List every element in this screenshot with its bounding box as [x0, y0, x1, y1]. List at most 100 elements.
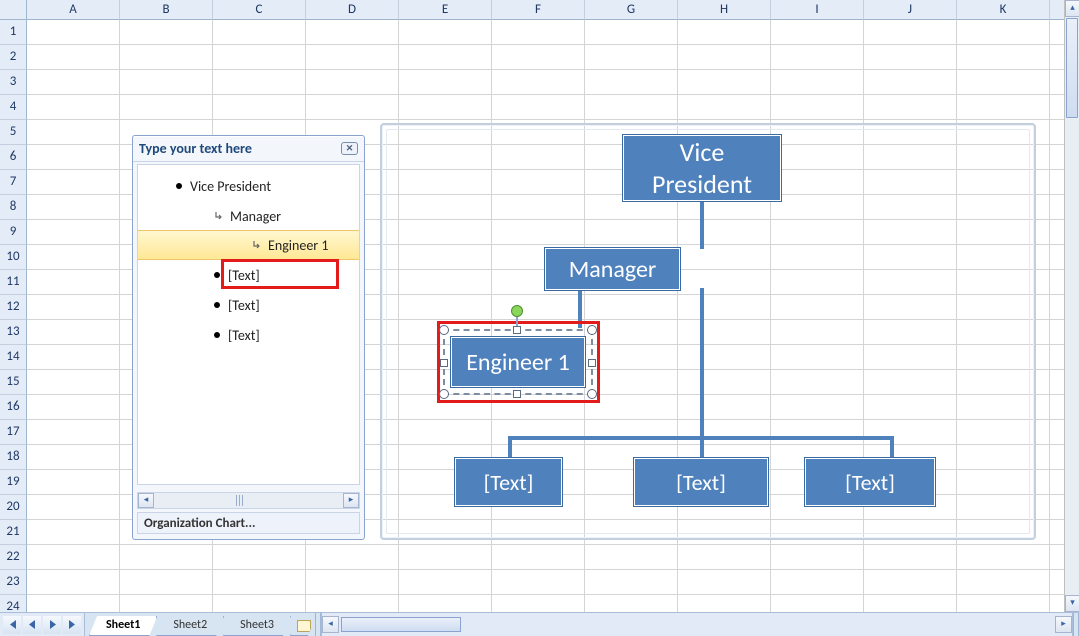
row-header[interactable]: 6 — [0, 145, 27, 170]
resize-handle-ne[interactable] — [587, 325, 597, 335]
smartart-canvas[interactable]: Vice President Manager Engineer 1 [Text]… — [380, 123, 1036, 540]
tab-nav-next[interactable] — [43, 616, 61, 634]
org-node-text1[interactable]: [Text] — [455, 458, 562, 506]
sheet-tab[interactable]: Sheet1 — [89, 616, 157, 636]
org-node-manager[interactable]: Manager — [545, 248, 680, 290]
tab-nav-buttons — [0, 613, 85, 636]
row-header[interactable]: 2 — [0, 45, 27, 70]
row-header[interactable]: 10 — [0, 245, 27, 270]
resize-handle-s[interactable] — [513, 390, 521, 398]
column-header[interactable]: I — [771, 0, 864, 20]
rotation-handle[interactable] — [511, 305, 523, 317]
sheet-tab-bar: Sheet1 Sheet2 Sheet3 ◂ ▸ — [0, 612, 1079, 636]
text-pane-item-label: Engineer 1 — [268, 237, 328, 254]
text-pane-item[interactable]: Manager — [138, 201, 359, 231]
column-header-row: A B C D E F G H I J K L — [0, 0, 1064, 20]
column-header[interactable]: E — [399, 0, 492, 20]
row-header[interactable]: 16 — [0, 395, 27, 420]
smartart-text-pane[interactable]: Type your text here ✕ Vice President Mana… — [132, 135, 365, 540]
text-pane-item-label: [Text] — [228, 267, 260, 284]
scroll-right-button[interactable]: ▸ — [343, 493, 359, 508]
connector — [700, 201, 704, 249]
text-pane-header[interactable]: Type your text here ✕ — [133, 136, 364, 162]
spreadsheet-area: A B C D E F G H I J K L 1234567891011121… — [0, 0, 1079, 612]
resize-handle-se[interactable] — [587, 389, 597, 399]
column-header[interactable]: F — [492, 0, 585, 20]
scroll-left-button[interactable]: ◂ — [138, 493, 154, 508]
row-header[interactable]: 23 — [0, 570, 27, 595]
text-pane-list[interactable]: Vice President Manager Engineer 1 [Text] [Te… — [137, 164, 360, 485]
row-header[interactable]: 22 — [0, 545, 27, 570]
column-header[interactable]: C — [213, 0, 306, 20]
row-header[interactable]: 7 — [0, 170, 27, 195]
text-pane-item[interactable]: Vice President — [138, 171, 359, 201]
row-header[interactable]: 21 — [0, 520, 27, 545]
org-node-text3[interactable]: [Text] — [805, 458, 935, 506]
row-header[interactable]: 5 — [0, 120, 27, 145]
vertical-scrollbar[interactable]: ▴ ▾ — [1064, 0, 1079, 612]
bullet-icon — [176, 183, 182, 189]
text-pane-item[interactable]: [Text] — [138, 290, 359, 320]
resize-handle-nw[interactable] — [439, 325, 449, 335]
column-header[interactable]: K — [957, 0, 1050, 20]
org-node-vp[interactable]: Vice President — [623, 135, 781, 201]
row-header[interactable]: 11 — [0, 270, 27, 295]
tab-nav-last[interactable] — [63, 616, 81, 634]
horizontal-scrollbar[interactable]: ◂ ▸ — [321, 613, 1073, 636]
row-header[interactable]: 17 — [0, 420, 27, 445]
hscroll-thumb[interactable] — [341, 617, 461, 632]
hscroll-right-button[interactable]: ▸ — [1055, 616, 1072, 633]
row-header[interactable]: 19 — [0, 470, 27, 495]
row-header-col: 123456789101112131415161718192021222324 — [0, 20, 27, 612]
scroll-up-button[interactable]: ▴ — [1065, 0, 1079, 17]
vscroll-thumb[interactable] — [1066, 18, 1078, 118]
row-header[interactable]: 18 — [0, 445, 27, 470]
sheet-tab[interactable]: Sheet3 — [223, 616, 291, 636]
row-header[interactable]: 4 — [0, 95, 27, 120]
hscroll-left-button[interactable]: ◂ — [322, 616, 339, 633]
bullet-icon — [214, 302, 220, 308]
text-pane-item[interactable]: Engineer 1 — [138, 230, 359, 260]
column-header[interactable]: G — [585, 0, 678, 20]
column-header[interactable]: D — [306, 0, 399, 20]
hscroll-split-grip[interactable] — [1073, 613, 1079, 636]
tab-nav-prev[interactable] — [23, 616, 41, 634]
resize-handle-sw[interactable] — [439, 389, 449, 399]
select-all-corner[interactable] — [0, 0, 27, 20]
text-pane-item-label: [Text] — [228, 327, 260, 344]
org-node-text2[interactable]: [Text] — [634, 458, 768, 506]
resize-handle-n[interactable] — [513, 326, 521, 334]
row-header[interactable]: 12 — [0, 295, 27, 320]
row-header[interactable]: 8 — [0, 195, 27, 220]
row-header[interactable]: 9 — [0, 220, 27, 245]
row-header[interactable]: 20 — [0, 495, 27, 520]
text-pane-item-label: Manager — [230, 208, 281, 225]
org-node-engineer1[interactable]: Engineer 1 — [451, 337, 585, 387]
new-sheet-button[interactable] — [290, 616, 316, 636]
row-header[interactable]: 3 — [0, 70, 27, 95]
text-pane-item[interactable]: [Text] — [138, 320, 359, 350]
text-pane-hscroll[interactable]: ◂ ▸ — [137, 492, 360, 509]
scroll-track[interactable] — [154, 493, 343, 508]
column-header[interactable]: J — [864, 0, 957, 20]
connector — [890, 436, 894, 460]
column-header[interactable]: A — [27, 0, 120, 20]
layout-name-label: Organization Chart... — [144, 516, 255, 531]
row-header[interactable]: 14 — [0, 345, 27, 370]
resize-handle-e[interactable] — [588, 359, 596, 367]
connector — [700, 288, 704, 436]
sheet-tab[interactable]: Sheet2 — [156, 616, 224, 636]
sub-arrow-icon — [214, 211, 224, 221]
column-header[interactable]: H — [678, 0, 771, 20]
row-header[interactable]: 15 — [0, 370, 27, 395]
connector — [508, 436, 512, 460]
resize-handle-w[interactable] — [440, 359, 448, 367]
text-pane-footer[interactable]: Organization Chart... — [137, 512, 360, 534]
row-header[interactable]: 1 — [0, 20, 27, 45]
row-header[interactable]: 13 — [0, 320, 27, 345]
scroll-down-button[interactable]: ▾ — [1065, 595, 1079, 612]
text-pane-close-button[interactable]: ✕ — [341, 142, 358, 155]
tab-nav-first[interactable] — [3, 616, 21, 634]
text-pane-item[interactable]: [Text] — [138, 260, 359, 290]
column-header[interactable]: B — [120, 0, 213, 20]
